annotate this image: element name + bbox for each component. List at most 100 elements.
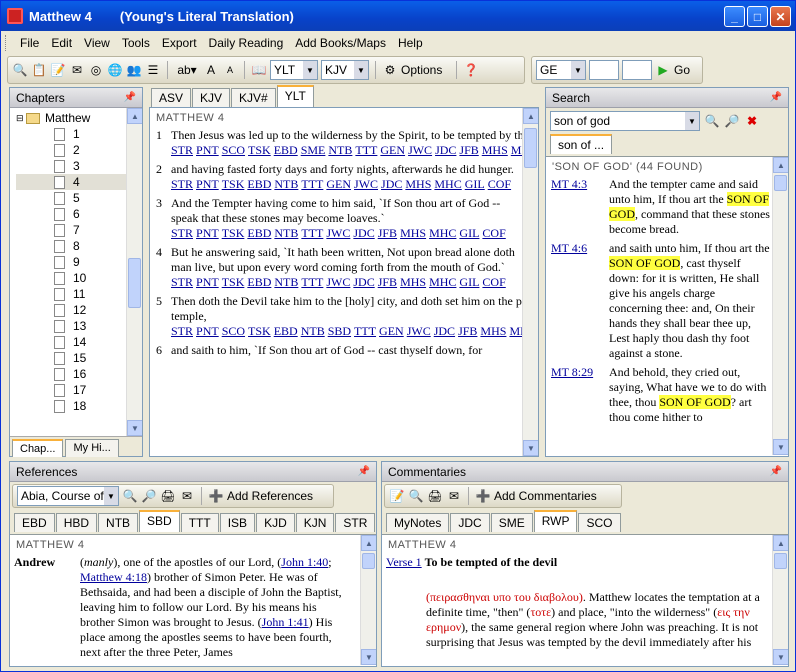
tree-chapter[interactable]: 14: [16, 334, 142, 350]
commentary-link[interactable]: GIL: [459, 275, 479, 289]
commentaries-scrollbar[interactable]: ▲ ▼: [772, 535, 788, 665]
commentary-link[interactable]: MHS: [405, 177, 431, 191]
globe-icon[interactable]: 🌐: [107, 62, 123, 78]
print-icon[interactable]: 🖨: [427, 488, 443, 504]
commentary-link[interactable]: PNT: [196, 177, 219, 191]
link-john-1-41[interactable]: John 1:41: [262, 615, 309, 629]
commentary-link[interactable]: NTB: [274, 226, 298, 240]
commentary-link[interactable]: TSK: [222, 226, 245, 240]
parallel-icon[interactable]: 📖: [251, 62, 267, 78]
commentary-link[interactable]: MHC: [434, 177, 461, 191]
result-ref-link[interactable]: MT 8:29: [551, 365, 609, 425]
references-select[interactable]: Abia, Course of ▼: [17, 486, 119, 506]
minimize-button[interactable]: _: [724, 6, 745, 27]
chapters-scrollbar[interactable]: ▲ ▼: [126, 108, 142, 436]
commentary-link[interactable]: JDC: [435, 143, 456, 157]
notes-icon[interactable]: 📝: [50, 62, 66, 78]
commentary-link[interactable]: COF: [482, 226, 505, 240]
search-icon[interactable]: 🔍: [704, 113, 720, 129]
tree-chapter[interactable]: 16: [16, 366, 142, 382]
commentary-link[interactable]: TTT: [301, 226, 323, 240]
tab-references-kjn[interactable]: KJN: [295, 513, 335, 532]
commentary-link[interactable]: JWC: [408, 143, 432, 157]
add-commentaries-button[interactable]: Add Commentaries: [494, 489, 597, 503]
link-matthew-4-18[interactable]: Matthew 4:18: [80, 570, 147, 584]
tab-references-ntb[interactable]: NTB: [98, 513, 139, 532]
font-larger-icon[interactable]: A: [203, 62, 219, 78]
highlight-icon[interactable]: ab▾: [174, 62, 200, 78]
commentary-link[interactable]: PNT: [196, 324, 219, 338]
help-icon[interactable]: ❓: [463, 62, 479, 78]
commentary-link[interactable]: JFB: [378, 275, 397, 289]
goto-chapter-input[interactable]: [589, 60, 619, 80]
commentary-link[interactable]: PNT: [196, 275, 219, 289]
commentary-link[interactable]: STR: [171, 143, 193, 157]
print-icon[interactable]: 🖨: [160, 488, 176, 504]
tab-commentaries-jdc[interactable]: JDC: [450, 513, 490, 532]
tab-references-sbd[interactable]: SBD: [139, 510, 180, 532]
commentary-link[interactable]: NTB: [301, 324, 325, 338]
tab-references-ebd[interactable]: EBD: [14, 513, 55, 532]
commentary-link[interactable]: JFB: [458, 324, 477, 338]
commentary-link[interactable]: MHC: [429, 226, 456, 240]
people-icon[interactable]: 👥: [126, 62, 142, 78]
commentary-link[interactable]: STR: [171, 226, 193, 240]
commentary-link[interactable]: STR: [171, 324, 193, 338]
tab-commentaries-sco[interactable]: SCO: [578, 513, 621, 532]
commentary-link[interactable]: COF: [488, 177, 511, 191]
tree-chapter[interactable]: 17: [16, 382, 142, 398]
tab-commentaries-mynotes[interactable]: MyNotes: [386, 513, 450, 532]
clear-icon[interactable]: ✖: [744, 113, 760, 129]
advanced-search-icon[interactable]: 🔎: [141, 488, 157, 504]
font-smaller-icon[interactable]: A: [222, 62, 238, 78]
commentary-link[interactable]: STR: [171, 275, 193, 289]
tree-chapter[interactable]: 7: [16, 222, 142, 238]
commentary-link[interactable]: SBD: [328, 324, 351, 338]
commentary-link[interactable]: EBD: [247, 177, 271, 191]
commentary-link[interactable]: NTB: [328, 143, 352, 157]
commentary-link[interactable]: JFB: [459, 143, 478, 157]
tab-references-hbd[interactable]: HBD: [55, 513, 98, 532]
tree-chapter[interactable]: 15: [16, 350, 142, 366]
menu-help[interactable]: Help: [392, 36, 429, 50]
tab-chapters[interactable]: Chap...: [12, 439, 64, 457]
commentary-link[interactable]: GEN: [326, 177, 351, 191]
tab-references-isb[interactable]: ISB: [219, 513, 256, 532]
commentary-link[interactable]: MHS: [400, 226, 426, 240]
search-icon[interactable]: 🔍: [408, 488, 424, 504]
commentary-link[interactable]: TTT: [354, 324, 376, 338]
copy-icon[interactable]: 📋: [31, 62, 47, 78]
add-references-button[interactable]: Add References: [227, 489, 313, 503]
commentary-link[interactable]: EBD: [274, 143, 298, 157]
bible1-select[interactable]: YLT ▼: [270, 60, 318, 80]
commentary-link[interactable]: TSK: [222, 275, 245, 289]
commentary-link[interactable]: JWC: [326, 275, 350, 289]
menu-view[interactable]: View: [78, 36, 116, 50]
tab-bible-kjv[interactable]: KJV#: [231, 88, 276, 107]
commentary-link[interactable]: MHS: [400, 275, 426, 289]
bible-scrollbar[interactable]: ▲ ▼: [522, 108, 538, 456]
commentary-link[interactable]: GEN: [380, 143, 405, 157]
tab-search-result[interactable]: son of ...: [550, 134, 613, 154]
commentary-link[interactable]: EBD: [247, 226, 271, 240]
result-ref-link[interactable]: MT 4:6: [551, 241, 609, 361]
tree-chapter[interactable]: 4: [16, 174, 142, 190]
menu-add-books[interactable]: Add Books/Maps: [289, 36, 392, 50]
list-icon[interactable]: ☰: [145, 62, 161, 78]
menu-export[interactable]: Export: [156, 36, 203, 50]
pin-icon[interactable]: 📌: [124, 92, 136, 103]
tree-chapter[interactable]: 3: [16, 158, 142, 174]
pin-icon[interactable]: 📌: [770, 92, 782, 103]
commentary-link[interactable]: TTT: [355, 143, 377, 157]
menu-file[interactable]: File: [14, 36, 45, 50]
tree-chapter[interactable]: 13: [16, 318, 142, 334]
commentary-link[interactable]: JDC: [434, 324, 455, 338]
commentary-link[interactable]: JWC: [407, 324, 431, 338]
notes-icon[interactable]: 📝: [389, 488, 405, 504]
verse-link[interactable]: Verse 1: [386, 555, 422, 569]
commentary-link[interactable]: STR: [171, 177, 193, 191]
commentary-link[interactable]: TTT: [301, 177, 323, 191]
commentary-link[interactable]: MHC: [429, 275, 456, 289]
tab-bible-kjv[interactable]: KJV: [192, 88, 231, 107]
tab-bible-ylt[interactable]: YLT: [276, 85, 314, 107]
